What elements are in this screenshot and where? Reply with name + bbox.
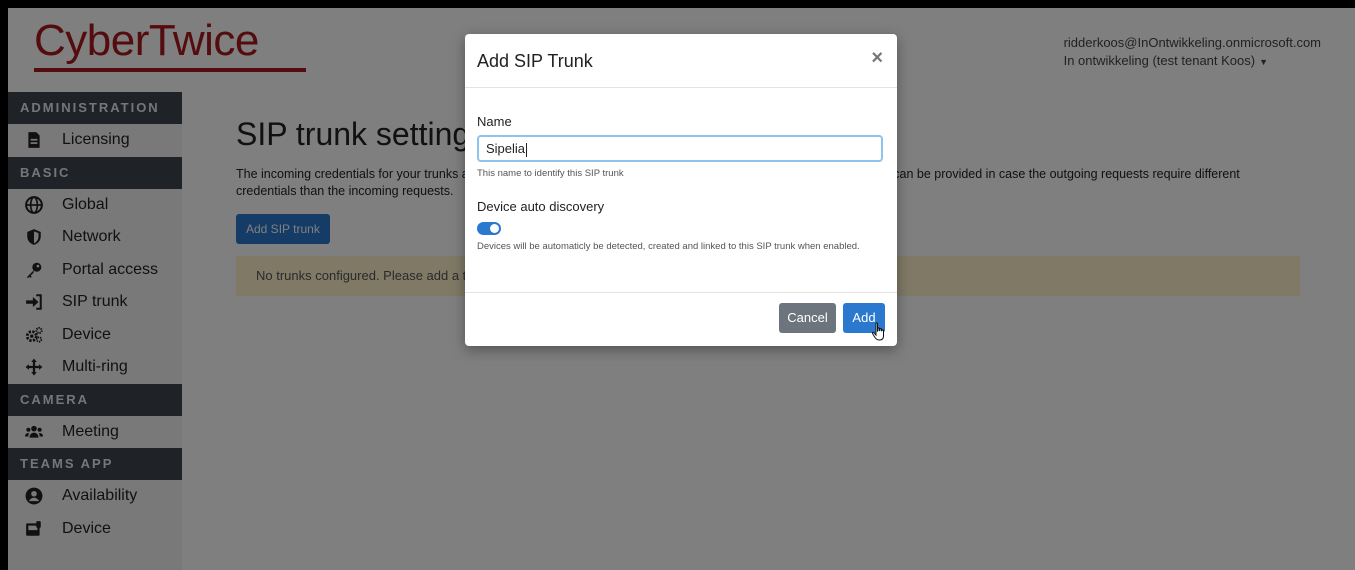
discovery-label: Device auto discovery [477, 199, 605, 214]
app-window: CyberTwice ridderkoos@InOntwikkeling.onm… [8, 8, 1355, 570]
modal-footer-divider [465, 292, 897, 293]
add-sip-trunk-modal: Add SIP Trunk × Name Sipelia This name t… [465, 34, 897, 346]
auto-discovery-toggle[interactable] [477, 222, 501, 235]
name-input[interactable]: Sipelia [477, 135, 883, 162]
text-caret [526, 142, 528, 157]
hand-cursor-icon [871, 322, 884, 341]
discovery-help-text: Devices will be automaticly be detected,… [477, 241, 860, 252]
close-icon[interactable]: × [871, 47, 883, 70]
name-label: Name [477, 114, 512, 129]
name-input-value: Sipelia [486, 141, 526, 156]
modal-header: Add SIP Trunk × [465, 34, 897, 88]
toggle-knob [490, 224, 499, 233]
modal-title: Add SIP Trunk [477, 51, 593, 71]
name-help-text: This name to identify this SIP trunk [477, 168, 624, 179]
cancel-button[interactable]: Cancel [779, 303, 836, 333]
